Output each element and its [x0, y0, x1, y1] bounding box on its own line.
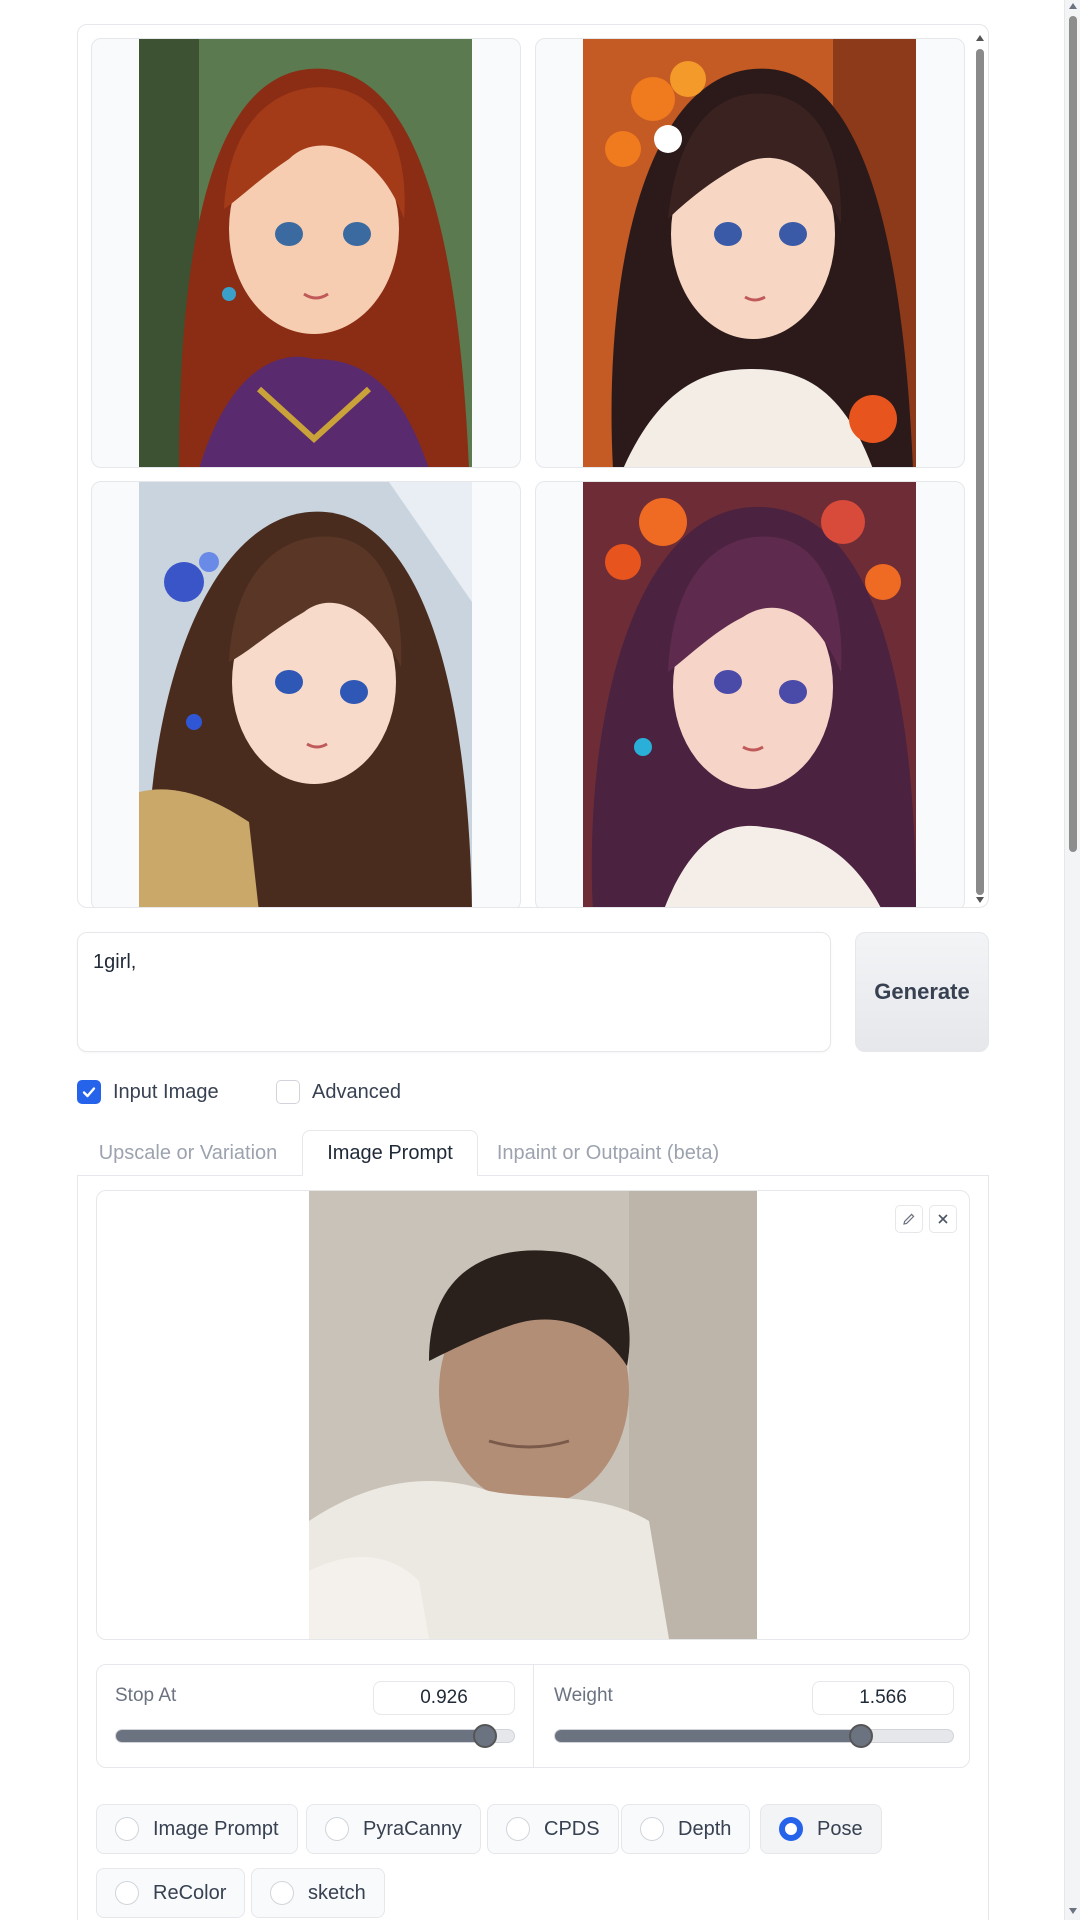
gallery-image-2[interactable]	[535, 38, 965, 468]
slider-divider	[533, 1665, 534, 1767]
weight-label: Weight	[554, 1685, 613, 1706]
edit-pencil-icon[interactable]	[895, 1205, 923, 1233]
page-scrollbar[interactable]	[1064, 0, 1080, 1920]
scroll-down-arrow-icon[interactable]	[976, 897, 984, 903]
advanced-checkbox[interactable]: Advanced	[276, 1078, 401, 1106]
anime-portrait-image	[583, 39, 916, 467]
gallery-scrollbar[interactable]	[972, 25, 988, 907]
anime-portrait-image	[139, 482, 472, 907]
radio-label: Depth	[678, 1817, 732, 1840]
radio-label: PyraCanny	[363, 1817, 462, 1840]
scroll-up-arrow-icon[interactable]	[976, 35, 984, 41]
close-icon[interactable]	[929, 1205, 957, 1233]
advanced-label: Advanced	[312, 1080, 401, 1103]
prompt-input[interactable]	[77, 932, 831, 1052]
anime-portrait-image	[139, 39, 472, 467]
weight-slider[interactable]	[554, 1729, 954, 1743]
radio-label: Pose	[817, 1817, 863, 1840]
radio-sketch[interactable]: sketch	[251, 1868, 385, 1918]
stop-at-slider-fill	[116, 1730, 485, 1742]
weight-number-input[interactable]: 1.566	[812, 1681, 954, 1715]
stop-at-number-input[interactable]: 0.926	[373, 1681, 515, 1715]
radio-pose[interactable]: Pose	[760, 1804, 882, 1854]
radio-unselected-icon[interactable]	[115, 1817, 139, 1841]
weight-slider-handle[interactable]	[849, 1724, 874, 1748]
input-image-checkbox[interactable]: Input Image	[77, 1078, 219, 1106]
stop-at-slider[interactable]	[115, 1729, 515, 1743]
radio-unselected-icon[interactable]	[506, 1817, 530, 1841]
tab-upscale-or-variation[interactable]: Upscale or Variation	[77, 1130, 299, 1176]
weight-slider-fill	[555, 1730, 861, 1742]
uploaded-photo	[309, 1191, 757, 1639]
radio-label: CPDS	[544, 1817, 600, 1840]
image-prompt-sliders: Stop At 0.926 Weight 1.566	[96, 1664, 970, 1768]
radio-depth[interactable]: Depth	[621, 1804, 751, 1854]
radio-unselected-icon[interactable]	[640, 1817, 664, 1841]
output-gallery	[77, 24, 989, 908]
input-tabs: Upscale or Variation Image Prompt Inpain…	[77, 1130, 989, 1176]
image-prompt-upload[interactable]	[96, 1190, 970, 1640]
radio-recolor[interactable]: ReColor	[96, 1868, 246, 1918]
radio-image-prompt[interactable]: Image Prompt	[96, 1804, 298, 1854]
scroll-up-arrow-icon[interactable]	[1069, 3, 1077, 9]
radio-unselected-icon[interactable]	[115, 1881, 139, 1905]
radio-label: ReColor	[153, 1881, 227, 1904]
gallery-image-4[interactable]	[535, 481, 965, 907]
radio-unselected-icon[interactable]	[270, 1881, 294, 1905]
gallery-scrollbar-thumb[interactable]	[976, 49, 984, 895]
page-scrollbar-thumb[interactable]	[1069, 16, 1077, 852]
tab-image-prompt[interactable]: Image Prompt	[302, 1130, 478, 1176]
radio-unselected-icon[interactable]	[325, 1817, 349, 1841]
checkbox-unchecked-icon[interactable]	[276, 1080, 300, 1104]
stop-at-slider-handle[interactable]	[473, 1724, 498, 1748]
radio-selected-icon[interactable]	[779, 1817, 803, 1841]
scroll-down-arrow-icon[interactable]	[1069, 1908, 1077, 1914]
radio-cpds[interactable]: CPDS	[487, 1804, 619, 1854]
input-image-label: Input Image	[113, 1080, 219, 1103]
radio-label: Image Prompt	[153, 1817, 279, 1840]
radio-pyracanny[interactable]: PyraCanny	[306, 1804, 481, 1854]
stop-at-label: Stop At	[115, 1685, 177, 1706]
tab-inpaint-or-outpaint[interactable]: Inpaint or Outpaint (beta)	[478, 1130, 738, 1176]
gallery-image-3[interactable]	[91, 481, 521, 907]
generate-button[interactable]: Generate	[855, 932, 989, 1052]
anime-portrait-image	[583, 482, 916, 907]
checkbox-checked-icon[interactable]	[77, 1080, 101, 1104]
radio-label: sketch	[308, 1881, 366, 1904]
gallery-image-1[interactable]	[91, 38, 521, 468]
